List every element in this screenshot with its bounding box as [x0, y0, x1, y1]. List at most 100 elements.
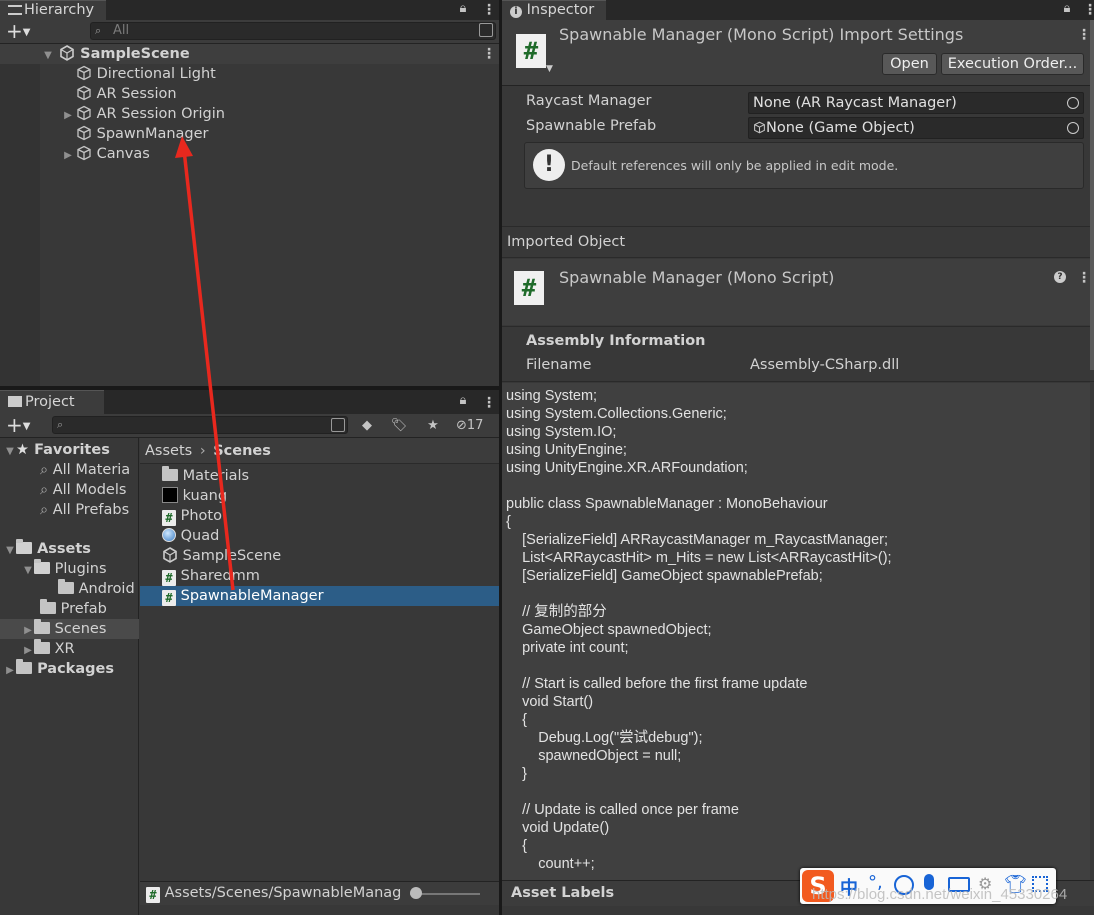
tree-item-prefab[interactable]: Prefab — [40, 599, 107, 619]
tree-item-android[interactable]: Android — [58, 579, 135, 599]
filename-label: Filename — [526, 357, 592, 373]
project-status-bar: # Assets/Scenes/SpawnableManag — [140, 881, 499, 905]
favorite-star-icon[interactable]: ★ — [424, 417, 442, 435]
field-label-prefab: Spawnable Prefab — [526, 118, 657, 134]
tab-hierarchy[interactable]: Hierarchy — [0, 0, 106, 20]
project-search-input[interactable]: ⌕ — [52, 416, 348, 434]
create-add-button[interactable]: +▼ — [6, 21, 30, 43]
favorites-header[interactable]: ▼ ★ Favorites — [4, 440, 110, 460]
file-item[interactable]: # Photo — [162, 506, 222, 526]
favorites-item-label: All Materia — [52, 462, 131, 478]
expand-arrow-icon[interactable]: ▶ — [60, 146, 76, 166]
search-options-icon[interactable] — [479, 23, 493, 37]
tab-project[interactable]: Project — [0, 390, 104, 414]
lock-icon[interactable]: 🔒︎ — [454, 392, 472, 410]
assets-root[interactable]: ▼ Assets — [4, 539, 91, 559]
hierarchy-item-label: Directional Light — [96, 66, 216, 82]
expand-arrow-icon[interactable]: ▶ — [4, 661, 16, 681]
hierarchy-item[interactable]: SpawnManager — [76, 124, 209, 144]
hierarchy-icon — [8, 5, 22, 15]
favorites-item[interactable]: ⌕ All Materia — [40, 460, 130, 480]
imported-object-title-bar: # Spawnable Manager (Mono Script) ? ⋮ — [502, 259, 1094, 325]
tree-item-label: Prefab — [60, 601, 107, 617]
file-item-selected[interactable]: # SpawnableManager — [140, 586, 499, 606]
breadcrumb-root[interactable]: Assets — [145, 443, 192, 459]
imported-title: Spawnable Manager (Mono Script) — [559, 268, 835, 287]
expand-arrow-icon[interactable]: ▶ — [22, 641, 34, 661]
project-panel: Project 🔒︎ ⋮ +▼ ⌕ ◆ 🏷︎ ★ ⊘17 ▼★ Favorite… — [0, 390, 499, 915]
favorites-item[interactable]: ⌕ All Models — [40, 480, 126, 500]
dropdown-caret-icon[interactable]: ▼ — [546, 64, 553, 74]
file-item[interactable]: SampleScene — [162, 546, 281, 566]
default-references: Raycast Manager None (AR Raycast Manager… — [502, 87, 1094, 225]
zoom-slider-thumb[interactable] — [410, 887, 422, 899]
hierarchy-item[interactable]: Directional Light — [76, 64, 216, 84]
file-item[interactable]: # Sharedmm — [162, 566, 260, 586]
create-add-button[interactable]: +▼ — [6, 415, 30, 437]
gameobject-cube-icon — [77, 65, 91, 81]
code-line: } — [506, 766, 527, 782]
favorites-item-label: All Models — [52, 482, 127, 498]
raycast-manager-field[interactable]: None (AR Raycast Manager) — [748, 92, 1084, 114]
tab-inspector[interactable]: i Inspector — [502, 0, 606, 20]
field-label-raycast: Raycast Manager — [526, 93, 652, 109]
file-label: kuang — [182, 488, 228, 504]
eye-slash-icon: ⊘ — [456, 418, 467, 433]
open-button[interactable]: Open — [882, 53, 937, 75]
object-picker-icon[interactable] — [1067, 122, 1079, 134]
hierarchy-tab-label: Hierarchy — [24, 2, 95, 18]
hierarchy-panel: Hierarchy 🔒︎ ⋮ +▼ ⌕ All ▼ SampleScene ⋮ … — [0, 0, 499, 386]
breadcrumb-current[interactable]: Scenes — [213, 443, 271, 459]
inspector-tab-label: Inspector — [526, 2, 595, 18]
hierarchy-item[interactable]: AR Session — [76, 84, 177, 104]
info-icon: i — [510, 6, 522, 18]
tree-item-label: XR — [54, 641, 75, 657]
unity-scene-icon — [163, 547, 177, 563]
help-icon[interactable]: ? — [1054, 271, 1066, 283]
component-options-icon[interactable]: ⋮ — [1077, 271, 1091, 285]
spawnable-prefab-field[interactable]: None (Game Object) — [748, 117, 1084, 139]
code-line: using System.Collections.Generic; — [506, 406, 727, 422]
folder-icon — [34, 639, 50, 654]
file-item[interactable]: Materials — [162, 466, 249, 486]
assembly-header: Assembly Information — [526, 333, 706, 349]
tree-item-label: Scenes — [54, 621, 107, 637]
csharp-script-large-icon: # — [514, 271, 544, 305]
favorites-item[interactable]: ⌕ All Prefabs — [40, 500, 129, 520]
tree-item-label: Android — [78, 581, 135, 597]
execution-order-button[interactable]: Execution Order... — [941, 53, 1084, 75]
file-item[interactable]: Quad — [162, 526, 219, 546]
object-picker-icon[interactable] — [1067, 97, 1079, 109]
code-line: [SerializeField] ARRaycastManager m_Rayc… — [506, 532, 888, 548]
hierarchy-search-input[interactable]: ⌕ All — [90, 22, 496, 40]
expand-arrow-icon[interactable]: ▼ — [4, 442, 16, 462]
imported-object-label: Imported Object — [507, 234, 626, 250]
hierarchy-item[interactable]: ▶ Canvas — [60, 144, 150, 164]
packages-root[interactable]: ▶ Packages — [4, 659, 114, 679]
search-by-label-icon[interactable]: 🏷︎ — [390, 417, 408, 435]
tree-item-scenes[interactable]: ▶ Scenes — [0, 619, 139, 639]
search-options-icon[interactable] — [331, 418, 345, 432]
expand-arrow-icon[interactable]: ▼ — [42, 46, 54, 66]
tree-item-plugins[interactable]: ▼ Plugins — [22, 559, 107, 579]
file-label: Quad — [180, 528, 220, 544]
scene-options-icon[interactable]: ⋮ — [482, 47, 496, 61]
more-options-icon[interactable]: ⋮ — [482, 3, 496, 17]
more-options-icon[interactable]: ⋮ — [482, 396, 496, 410]
component-options-icon[interactable]: ⋮ — [1077, 28, 1091, 42]
hidden-packages-toggle[interactable]: ⊘17 — [456, 417, 483, 435]
more-options-icon[interactable]: ⋮ — [1083, 3, 1094, 17]
expand-arrow-icon[interactable]: ▼ — [22, 561, 34, 581]
lock-icon[interactable]: 🔒︎ — [454, 0, 472, 18]
scene-row[interactable]: ▼ SampleScene ⋮ — [0, 44, 499, 64]
tree-item-xr[interactable]: ▶ XR — [22, 639, 75, 659]
expand-arrow-icon[interactable]: ▶ — [22, 621, 34, 641]
inspector-scrollbar[interactable] — [1090, 20, 1094, 370]
lock-icon[interactable]: 🔒︎ — [1058, 0, 1076, 18]
expand-arrow-icon[interactable]: ▼ — [4, 541, 16, 561]
script-preview: using System; using System.Collections.Ge… — [502, 383, 1090, 880]
search-by-type-icon[interactable]: ◆ — [358, 417, 376, 435]
file-item[interactable]: kuang — [162, 486, 227, 506]
expand-arrow-icon[interactable]: ▶ — [60, 106, 76, 126]
hierarchy-item[interactable]: ▶ AR Session Origin — [60, 104, 225, 124]
